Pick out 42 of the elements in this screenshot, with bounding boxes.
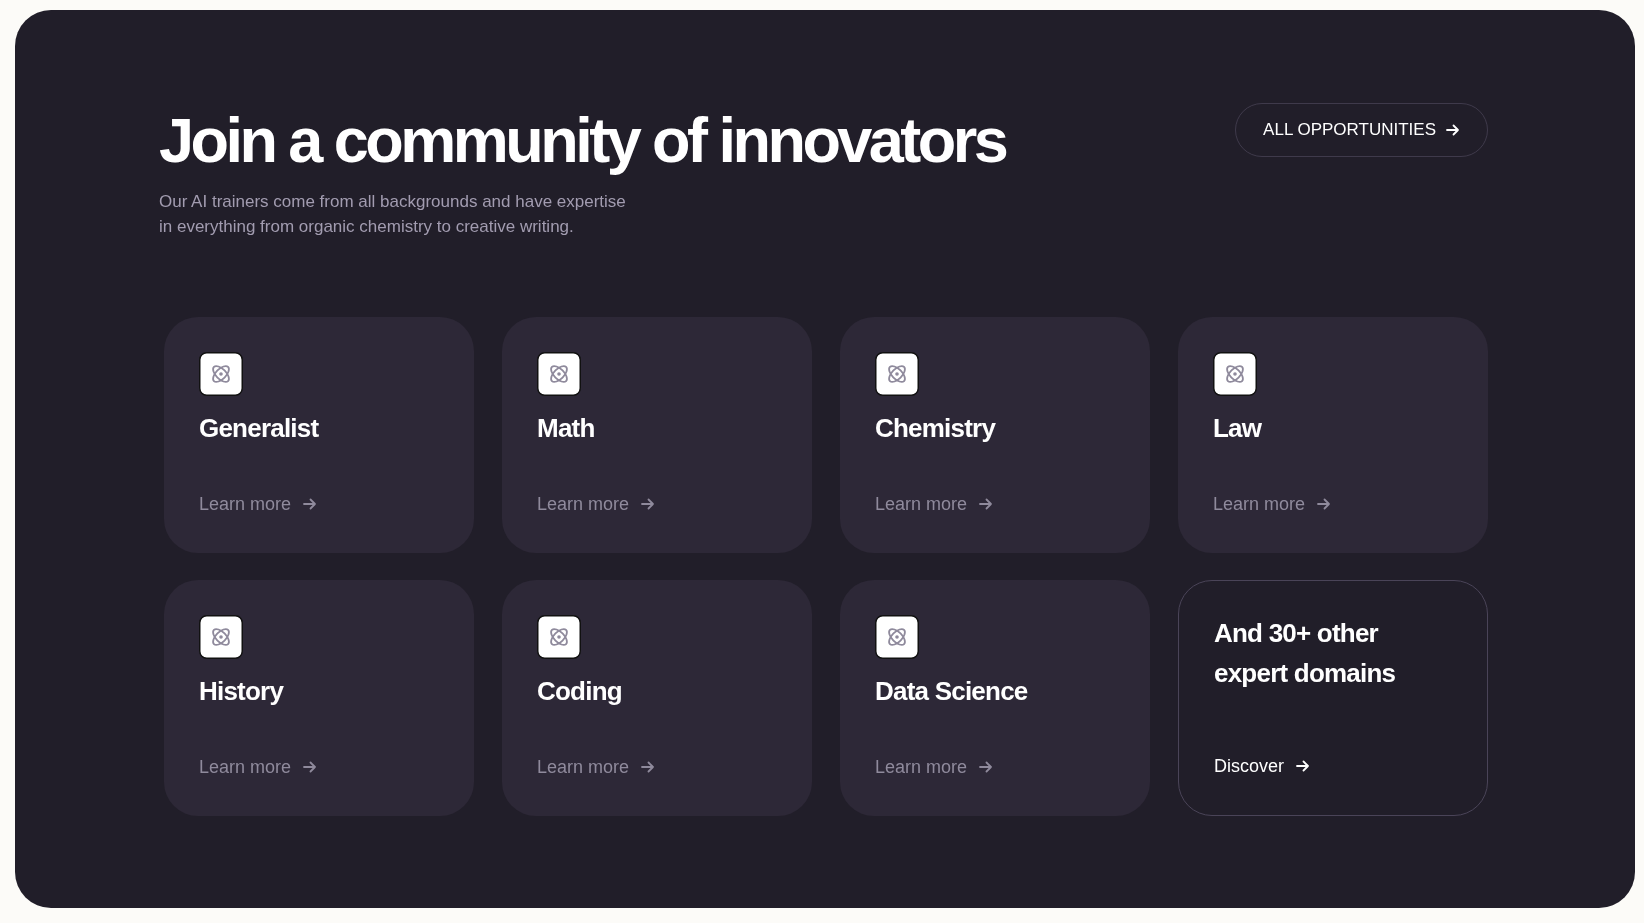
arrow-right-icon (1317, 498, 1332, 511)
arrow-right-icon (979, 761, 994, 774)
learn-more-link[interactable]: Learn more (537, 493, 656, 515)
learn-more-link[interactable]: Learn more (1213, 493, 1332, 515)
card-title: Generalist (199, 411, 320, 445)
atom-icon (875, 614, 919, 659)
learn-more-link[interactable]: Learn more (537, 756, 656, 778)
section-description: Our AI trainers come from all backgrounds and have expertise in everything from organic chemistry to creative writing. (159, 190, 627, 238)
card-title: Law (1213, 411, 1263, 445)
domain-card[interactable]: Data Science Learn more (840, 579, 1150, 816)
arrow-right-icon (1446, 124, 1460, 136)
discover-link[interactable]: Discover (1214, 755, 1310, 777)
card-title: And 30+ other expert domains (1214, 616, 1397, 690)
domain-card[interactable]: Law Learn more (1178, 316, 1488, 553)
card-title: Math (537, 411, 596, 445)
domain-card[interactable]: Generalist Learn more (164, 316, 474, 553)
section-heading: Join a community of innovators (159, 104, 1006, 177)
arrow-right-icon (979, 498, 994, 511)
learn-more-link[interactable]: Learn more (875, 493, 994, 515)
learn-more-link[interactable]: Learn more (199, 756, 318, 778)
arrow-right-icon (641, 498, 656, 511)
atom-icon (537, 351, 581, 396)
atom-icon (199, 351, 243, 396)
domain-card[interactable]: Coding Learn more (502, 579, 812, 816)
atom-icon (537, 614, 581, 659)
atom-icon (199, 614, 243, 659)
card-title: Data Science (875, 674, 1029, 708)
arrow-right-icon (303, 761, 318, 774)
more-domains-card[interactable]: And 30+ other expert domains Discover (1178, 579, 1488, 816)
domain-card[interactable]: History Learn more (164, 579, 474, 816)
atom-icon (875, 351, 919, 396)
domain-card[interactable]: Math Learn more (502, 316, 812, 553)
card-title: History (199, 674, 285, 708)
domain-card[interactable]: Chemistry Learn more (840, 316, 1150, 553)
card-title: Coding (537, 674, 623, 708)
learn-more-link[interactable]: Learn more (875, 756, 994, 778)
arrow-right-icon (1296, 760, 1310, 773)
arrow-right-icon (303, 498, 318, 511)
learn-more-link[interactable]: Learn more (199, 493, 318, 515)
arrow-right-icon (641, 761, 656, 774)
atom-icon (1213, 351, 1257, 396)
card-title: Chemistry (875, 411, 997, 445)
